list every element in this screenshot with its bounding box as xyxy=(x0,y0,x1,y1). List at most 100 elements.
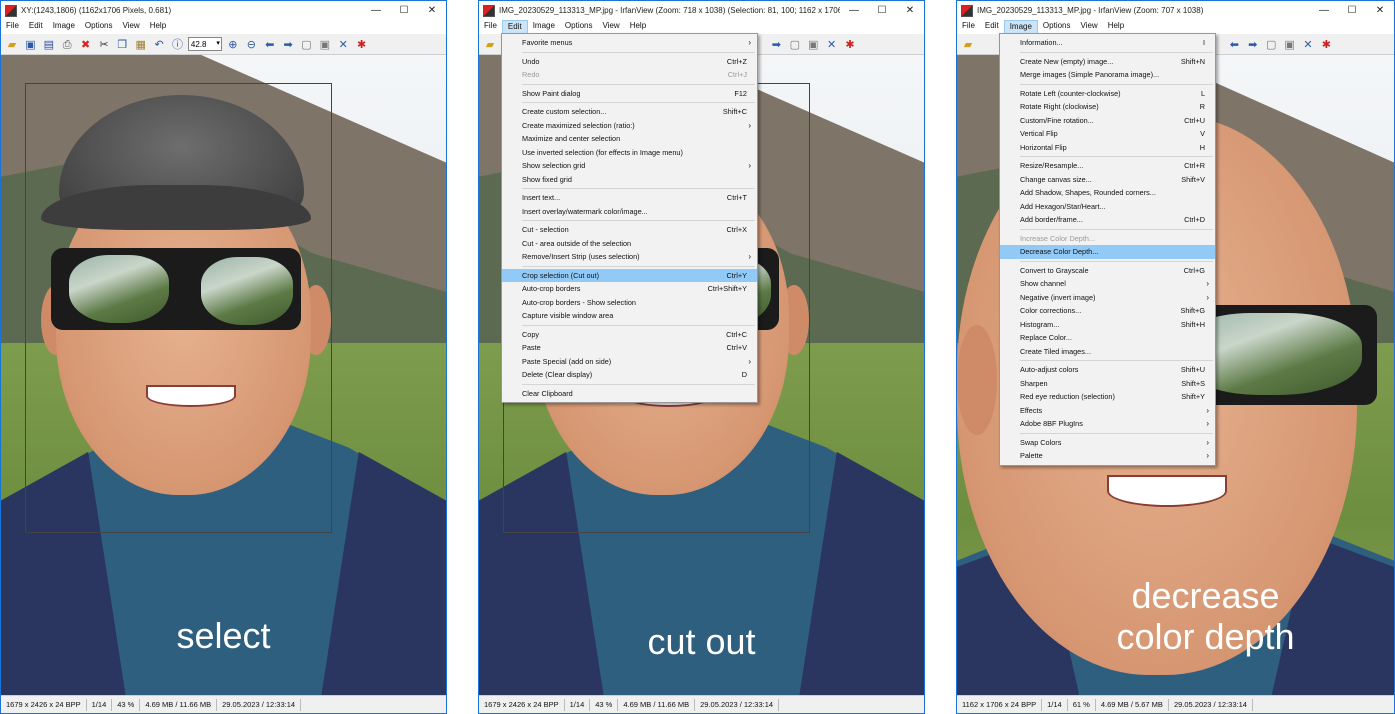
menu-item[interactable]: Undo Ctrl+Z xyxy=(502,55,757,69)
cut-icon[interactable]: ✂ xyxy=(96,36,112,52)
menu-item[interactable]: Horizontal Flip H xyxy=(1000,141,1215,155)
menu-item[interactable]: Crop selection (Cut out) Ctrl+Y xyxy=(502,268,757,282)
menu-item[interactable]: Copy Ctrl+C xyxy=(502,328,757,342)
menu-view[interactable]: View xyxy=(598,20,625,34)
close-button[interactable]: ✕ xyxy=(418,1,446,20)
menu-item[interactable]: Create maximized selection (ratio:) › xyxy=(502,119,757,133)
page-down-icon[interactable]: ▣ xyxy=(1282,36,1298,52)
save-icon[interactable]: ▤ xyxy=(41,36,57,52)
slideshow-icon[interactable]: ▣ xyxy=(22,36,38,52)
settings-icon[interactable]: ✕ xyxy=(824,36,840,52)
close-button[interactable]: ✕ xyxy=(1366,1,1394,20)
menu-help[interactable]: Help xyxy=(145,20,171,34)
plugin-icon[interactable]: ✱ xyxy=(1318,36,1334,52)
menu-item[interactable]: Cut - area outside of the selection xyxy=(502,237,757,251)
image-canvas[interactable]: select xyxy=(1,55,446,695)
menu-image[interactable]: Image xyxy=(1003,20,1038,34)
undo-icon[interactable]: ↶ xyxy=(151,36,167,52)
open-icon[interactable]: ▰ xyxy=(482,36,498,52)
copy-icon[interactable]: ❐ xyxy=(114,36,130,52)
minimize-button[interactable]: — xyxy=(840,1,868,20)
menu-item[interactable]: Rotate Left (counter-clockwise) L xyxy=(1000,87,1215,101)
previous-icon[interactable]: ⬅ xyxy=(262,36,278,52)
menu-item[interactable]: Convert to Grayscale Ctrl+G xyxy=(1000,264,1215,278)
page-icon[interactable]: ▢ xyxy=(298,36,314,52)
menu-item[interactable]: Show selection grid › xyxy=(502,159,757,173)
menu-edit[interactable]: Edit xyxy=(980,20,1004,34)
menu-item[interactable]: Red eye reduction (selection) Shift+Y xyxy=(1000,390,1215,404)
open-icon[interactable]: ▰ xyxy=(4,36,20,52)
settings-icon[interactable]: ✕ xyxy=(335,36,351,52)
menu-item[interactable]: Create custom selection... Shift+C xyxy=(502,105,757,119)
menu-item[interactable]: Change canvas size... Shift+V xyxy=(1000,173,1215,187)
next-icon[interactable]: ➡ xyxy=(1245,36,1261,52)
close-button[interactable]: ✕ xyxy=(896,1,924,20)
menu-edit[interactable]: Edit xyxy=(501,20,528,34)
menu-item[interactable]: Color corrections... Shift+G xyxy=(1000,304,1215,318)
menu-item[interactable]: Capture visible window area xyxy=(502,309,757,323)
settings-icon[interactable]: ✕ xyxy=(1300,36,1316,52)
menu-item[interactable]: Auto-crop borders - Show selection xyxy=(502,296,757,310)
menu-item[interactable]: Effects › xyxy=(1000,404,1215,418)
menu-item[interactable]: Cut - selection Ctrl+X xyxy=(502,223,757,237)
menu-item[interactable]: Swap Colors › xyxy=(1000,436,1215,450)
zoom-in-icon[interactable]: ⊕ xyxy=(225,36,241,52)
zoom-select[interactable]: 42.8 xyxy=(187,37,222,51)
page-icon[interactable]: ▢ xyxy=(1263,36,1279,52)
minimize-button[interactable]: — xyxy=(362,1,390,20)
paste-icon[interactable]: ▦ xyxy=(133,36,149,52)
menu-item[interactable]: Favorite menus › xyxy=(502,36,757,50)
menu-item[interactable]: Merge images (Simple Panorama image)... xyxy=(1000,68,1215,82)
menu-help[interactable]: Help xyxy=(1103,20,1129,34)
menu-item[interactable]: Replace Color... xyxy=(1000,331,1215,345)
menu-item[interactable]: Vertical Flip V xyxy=(1000,127,1215,141)
menu-item[interactable]: Insert overlay/watermark color/image... xyxy=(502,205,757,219)
menu-item[interactable]: Paste Special (add on side) › xyxy=(502,355,757,369)
menu-item[interactable]: Resize/Resample... Ctrl+R xyxy=(1000,159,1215,173)
menu-item[interactable]: Paste Ctrl+V xyxy=(502,341,757,355)
menu-item[interactable]: Add Hexagon/Star/Heart... xyxy=(1000,200,1215,214)
menu-item[interactable]: Clear Clipboard xyxy=(502,387,757,401)
menu-item[interactable]: Negative (invert image) › xyxy=(1000,291,1215,305)
menu-help[interactable]: Help xyxy=(625,20,651,34)
menu-view[interactable]: View xyxy=(118,20,145,34)
menu-view[interactable]: View xyxy=(1076,20,1103,34)
menu-item[interactable]: Add border/frame... Ctrl+D xyxy=(1000,213,1215,227)
print-icon[interactable]: ⎙ xyxy=(59,36,75,52)
menu-item[interactable]: Delete (Clear display) D xyxy=(502,368,757,382)
menu-file[interactable]: File xyxy=(479,20,502,34)
plugin-icon[interactable]: ✱ xyxy=(354,36,370,52)
menu-item[interactable]: Decrease Color Depth... xyxy=(1000,245,1215,259)
menu-item[interactable]: Show Paint dialog F12 xyxy=(502,87,757,101)
minimize-button[interactable]: — xyxy=(1310,1,1338,20)
menu-item[interactable]: Information... I xyxy=(1000,36,1215,50)
maximize-button[interactable]: ☐ xyxy=(1338,1,1366,20)
open-icon[interactable]: ▰ xyxy=(960,36,976,52)
menu-image[interactable]: Image xyxy=(528,20,560,34)
menu-item[interactable]: Show channel › xyxy=(1000,277,1215,291)
menu-item[interactable]: Sharpen Shift+S xyxy=(1000,377,1215,391)
page-icon[interactable]: ▢ xyxy=(787,36,803,52)
page-down-icon[interactable]: ▣ xyxy=(317,36,333,52)
menu-item[interactable]: Insert text... Ctrl+T xyxy=(502,191,757,205)
menu-item[interactable]: Auto-adjust colors Shift+U xyxy=(1000,363,1215,377)
menu-options[interactable]: Options xyxy=(560,20,598,34)
menu-item[interactable]: Show fixed grid xyxy=(502,173,757,187)
zoom-out-icon[interactable]: ⊖ xyxy=(243,36,259,52)
menu-item[interactable]: Adobe 8BF PlugIns › xyxy=(1000,417,1215,431)
next-icon[interactable]: ➡ xyxy=(280,36,296,52)
maximize-button[interactable]: ☐ xyxy=(390,1,418,20)
menu-item[interactable]: Create New (empty) image... Shift+N xyxy=(1000,55,1215,69)
menu-item[interactable]: Custom/Fine rotation... Ctrl+U xyxy=(1000,114,1215,128)
menu-item[interactable]: Auto-crop borders Ctrl+Shift+Y xyxy=(502,282,757,296)
menu-item[interactable]: Use inverted selection (for effects in I… xyxy=(502,146,757,160)
previous-icon[interactable]: ⬅ xyxy=(1226,36,1242,52)
maximize-button[interactable]: ☐ xyxy=(868,1,896,20)
menu-item[interactable]: Create Tiled images... xyxy=(1000,345,1215,359)
info-icon[interactable]: ⓘ xyxy=(170,36,186,52)
selection-rectangle[interactable] xyxy=(25,83,332,533)
menu-options[interactable]: Options xyxy=(80,20,118,34)
menu-item[interactable]: Remove/Insert Strip (uses selection) › xyxy=(502,250,757,264)
next-icon[interactable]: ➡ xyxy=(768,36,784,52)
menu-item[interactable]: Rotate Right (clockwise) R xyxy=(1000,100,1215,114)
